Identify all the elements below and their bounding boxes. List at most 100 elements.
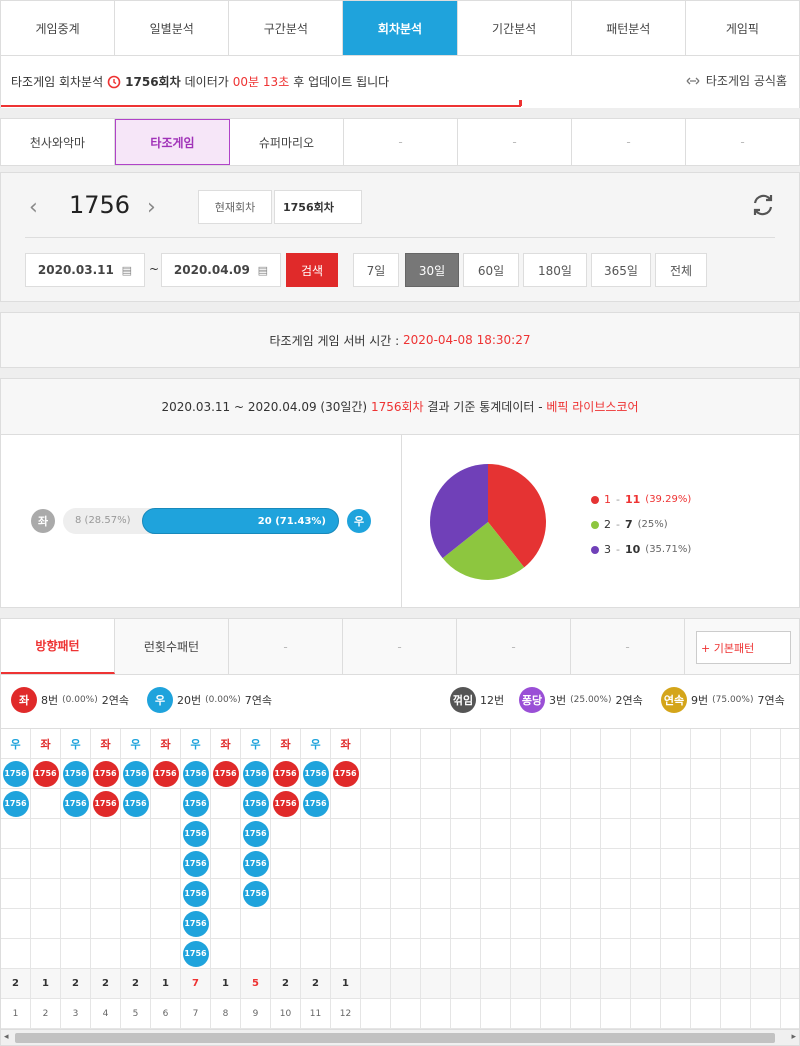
grid-cell: [391, 789, 421, 819]
grid-cell: 1756: [121, 789, 151, 819]
column-side-label: 우: [1, 729, 31, 759]
grid-cell: [601, 999, 631, 1029]
game-tab-6: -: [572, 119, 686, 165]
column-side-label: 우: [121, 729, 151, 759]
topnav-tab-5[interactable]: 기간분석: [458, 1, 572, 55]
official-home-link[interactable]: 타조게임 공식홈: [686, 72, 787, 89]
period-button-5[interactable]: 365일: [591, 253, 651, 287]
stats-round: 1756회차: [370, 400, 424, 414]
scroll-right-icon[interactable]: ▸: [791, 1032, 796, 1042]
grid-cell: [631, 939, 661, 969]
grid-cell: [781, 849, 799, 879]
grid-column: 좌 1756 1 2: [31, 729, 61, 1029]
grid-cell: [1, 849, 31, 879]
grid-cell: [601, 879, 631, 909]
grid-cell: [541, 729, 571, 759]
search-button[interactable]: 검색: [286, 253, 338, 287]
topnav-tab-4[interactable]: 회차분석: [343, 1, 458, 55]
pattern-panel: 방향패턴 런횟수패턴 - - - - + 기본패턴 좌 8번 (0.00%) 2연속 우 2…: [0, 618, 800, 1046]
round-input[interactable]: 1756회차: [274, 190, 362, 224]
grid-cell: [571, 909, 601, 939]
period-button-3[interactable]: 60일: [463, 253, 519, 287]
horizontal-scrollbar[interactable]: ◂ ▸: [1, 1029, 799, 1045]
period-button-4[interactable]: 180일: [523, 253, 587, 287]
grid-cell: [31, 789, 61, 819]
grid-cell: [1, 879, 31, 909]
grid-cell: [781, 879, 799, 909]
game-tab-2[interactable]: 타조게임: [115, 119, 230, 165]
scrollbar-thumb[interactable]: [15, 1033, 775, 1043]
topnav-tab-2[interactable]: 일별분석: [115, 1, 230, 55]
grid-cell: 1756: [301, 789, 331, 819]
current-round-button[interactable]: 현재회차: [198, 190, 272, 224]
grid-cell: [781, 969, 799, 999]
result-ball: 1756: [212, 760, 239, 787]
left-streak: 2연속: [101, 694, 129, 707]
next-round-icon[interactable]: ›: [147, 195, 156, 220]
grid-cell: [751, 969, 781, 999]
date-to-field[interactable]: 2020.04.09 ▤: [161, 253, 281, 287]
grid-cell: [661, 729, 691, 759]
stats-source: 베픽 라이브스코어: [546, 400, 639, 414]
grid-cell: [691, 879, 721, 909]
pattern-tab-1[interactable]: 방향패턴: [1, 619, 115, 674]
grid-cell: [541, 969, 571, 999]
column-index: 10: [271, 999, 301, 1029]
prev-round-icon[interactable]: ‹: [29, 195, 38, 220]
column-count: 1: [331, 969, 361, 999]
basic-pattern-button[interactable]: + 기본패턴: [696, 631, 791, 664]
topnav-tab-3[interactable]: 구간분석: [229, 1, 344, 55]
result-ball: 1756: [242, 880, 269, 907]
grid-column: [721, 729, 751, 1029]
game-tab-3[interactable]: 슈퍼마리오: [230, 119, 344, 165]
date-from-field[interactable]: 2020.03.11 ▤: [25, 253, 145, 287]
grid-cell: [511, 819, 541, 849]
grid-cell: [631, 969, 661, 999]
grid-column: [511, 729, 541, 1029]
grid-cell: [451, 879, 481, 909]
grid-cell: 1756: [241, 849, 271, 879]
grid-cell: [661, 789, 691, 819]
grid-cell: [391, 849, 421, 879]
grid-cell: 1756: [151, 759, 181, 789]
grid-cell: [481, 909, 511, 939]
grid-column: 좌 1756 1 8: [211, 729, 241, 1029]
right-badge: 우: [347, 509, 371, 533]
game-tab-1[interactable]: 천사와악마: [1, 119, 115, 165]
grid-cell: [661, 909, 691, 939]
right-ratio-fill: 20 (71.43%): [141, 508, 339, 534]
consecutive-badge: 연속: [661, 687, 687, 713]
grid-cell: [481, 729, 511, 759]
pingpong-badge: 퐁당: [519, 687, 545, 713]
period-button-6[interactable]: 전체: [655, 253, 707, 287]
grid-column: 좌 1756 1756 2 4: [91, 729, 121, 1029]
grid-cell: [721, 999, 751, 1029]
pie-legend: 1-11 (39.29%) 2-7 (25%) 3-10 (35.71%): [591, 487, 691, 562]
grid-cell: [571, 969, 601, 999]
grid-cell: [691, 969, 721, 999]
grid-cell: [721, 729, 751, 759]
statistics-panel: 2020.03.11 ~ 2020.04.09 (30일간) 1756회차 결과…: [0, 378, 800, 608]
grid-cell: [91, 909, 121, 939]
topnav-tab-6[interactable]: 패턴분석: [572, 1, 686, 55]
topnav-tab-1[interactable]: 게임중계: [1, 1, 116, 55]
grid-cell: [721, 909, 751, 939]
topnav-tab-7[interactable]: 게임픽: [686, 1, 799, 55]
scroll-left-icon[interactable]: ◂: [4, 1032, 9, 1042]
grid-column: [631, 729, 661, 1029]
game-nav: 천사와악마 타조게임 슈퍼마리오 - - - -: [0, 118, 800, 166]
grid-cell: 1756: [241, 759, 271, 789]
pattern-tab-3: -: [229, 619, 343, 674]
grid-cell: [121, 909, 151, 939]
grid-cell: 1756: [1, 789, 31, 819]
period-button-2[interactable]: 30일: [405, 253, 459, 287]
grid-cell: [61, 939, 91, 969]
refresh-icon[interactable]: [749, 191, 777, 219]
column-index: 3: [61, 999, 91, 1029]
game-tab-5: -: [458, 119, 572, 165]
result-ball: 1756: [182, 880, 209, 907]
grid-cell: [751, 789, 781, 819]
pattern-tab-2[interactable]: 런횟수패턴: [115, 619, 229, 674]
period-button-1[interactable]: 7일: [353, 253, 399, 287]
grid-cell: [781, 759, 799, 789]
